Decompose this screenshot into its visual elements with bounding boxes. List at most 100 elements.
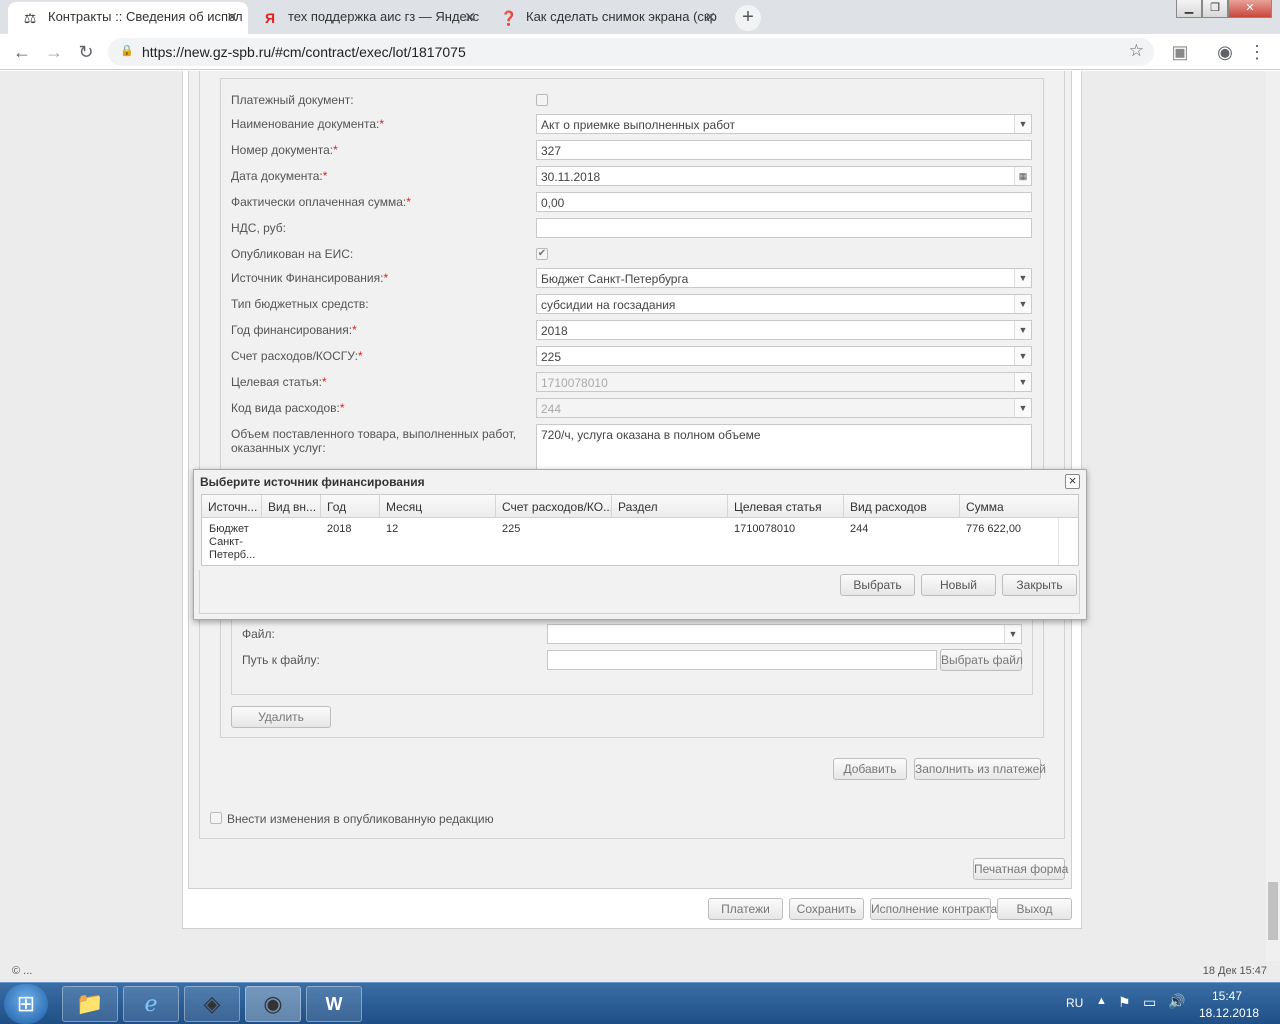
- column-header[interactable]: Вид расходов: [844, 495, 960, 518]
- volume-textarea[interactable]: 720/ч, услуга оказана в полном объеме: [536, 424, 1032, 470]
- contract-execution-button[interactable]: Исполнение контракта: [870, 898, 997, 920]
- address-bar: ← → ↻ 🔒 https://new.gz-spb.ru/#cm/contra…: [0, 34, 1280, 70]
- file-explorer-icon[interactable]: 📁: [62, 986, 118, 1022]
- save-button[interactable]: Сохранить: [789, 898, 864, 920]
- column-header[interactable]: Вид вн...: [262, 495, 321, 518]
- fin-year-select[interactable]: 2018 ▼: [536, 320, 1032, 340]
- file-fieldset: [231, 615, 1033, 695]
- doc-number-field[interactable]: 327: [536, 140, 1032, 160]
- dialog-title: Выберите источник финансирования: [200, 475, 425, 489]
- add-button[interactable]: Добавить: [833, 758, 907, 780]
- windows-start-icon[interactable]: ⊞: [4, 984, 48, 1024]
- grid-scrollbar[interactable]: [1058, 518, 1078, 565]
- payment-doc-label: Платежный документ:: [231, 93, 354, 107]
- column-header[interactable]: Год: [321, 495, 380, 518]
- forward-icon[interactable]: →: [42, 40, 66, 64]
- paid-sum-field[interactable]: 0,00: [536, 192, 1032, 212]
- doc-date-field[interactable]: 30.11.2018 ▦: [536, 166, 1032, 186]
- chevron-down-icon[interactable]: ▼: [1014, 347, 1031, 365]
- print-form-button[interactable]: Печатная форма: [973, 858, 1068, 880]
- target-label: Целевая статья:*: [231, 375, 327, 389]
- back-icon[interactable]: ←: [10, 40, 34, 64]
- minimize-button[interactable]: ▁: [1176, 0, 1202, 18]
- clock-time[interactable]: 15:47: [1212, 989, 1242, 1003]
- column-header[interactable]: Раздел: [612, 495, 728, 518]
- taskbar: ⊞ 📁 ℯ ◈ ◉ W RU ▲ ⚑ ▭ 🔊 15:47 18.12.2018: [0, 982, 1280, 1024]
- column-header[interactable]: Месяц: [380, 495, 496, 518]
- vat-field[interactable]: [536, 218, 1032, 238]
- fin-year-label: Год финансирования:*: [231, 323, 357, 337]
- grid-header: Источн... Вид вн... Год Месяц Счет расхо…: [202, 495, 1078, 518]
- expense-code-select: 244 ▼: [536, 398, 1032, 418]
- payment-doc-checkbox[interactable]: [536, 94, 548, 106]
- internet-explorer-icon[interactable]: ℯ: [123, 986, 179, 1022]
- yandex-icon: Я: [264, 10, 276, 26]
- flag-icon[interactable]: ⚑: [1118, 994, 1131, 1011]
- status-datetime: 18 Дек 15:47: [1202, 965, 1267, 977]
- amend-published-label: Внести изменения в опубликованную редакц…: [227, 812, 494, 826]
- gavel-icon: ⚖: [23, 10, 37, 26]
- chevron-down-icon: ▼: [1014, 399, 1031, 417]
- page-scrollbar[interactable]: [1266, 71, 1280, 961]
- url-field[interactable]: 🔒 https://new.gz-spb.ru/#cm/contract/exe…: [108, 38, 1154, 66]
- cell-year: 2018: [327, 523, 352, 535]
- browser-tab-bar: ⚖ Контракты :: Сведения об испол ✕ Я тех…: [0, 0, 1280, 34]
- calendar-icon[interactable]: ▦: [1014, 167, 1031, 185]
- chevron-down-icon[interactable]: ▼: [1014, 295, 1031, 313]
- column-header[interactable]: Счет расходов/КО...: [496, 495, 612, 518]
- doc-name-select[interactable]: Акт о приемке выполненных работ ▼: [536, 114, 1032, 134]
- budget-type-select[interactable]: субсидии на госзадания ▼: [536, 294, 1032, 314]
- chevron-down-icon[interactable]: ▼: [1014, 321, 1031, 339]
- clock-date[interactable]: 18.12.2018: [1199, 1006, 1259, 1020]
- chrome-icon[interactable]: ◉: [245, 986, 301, 1022]
- restore-button[interactable]: ❐: [1202, 0, 1228, 18]
- delete-button[interactable]: Удалить: [231, 706, 331, 728]
- tab-screenshot-help[interactable]: ❓ Как сделать снимок экрана (скр ✕: [486, 2, 726, 34]
- screenshot-app-icon[interactable]: ◈: [184, 986, 240, 1022]
- cell-sum: 776 622,00: [966, 523, 1022, 535]
- network-icon[interactable]: ▭: [1143, 994, 1156, 1011]
- payments-button[interactable]: Платежи: [708, 898, 783, 920]
- tab-yandex[interactable]: Я тех поддержка аис гз — Яндекс ✕: [248, 2, 486, 34]
- fin-source-dialog: Выберите источник финансирования × Источ…: [193, 469, 1087, 620]
- close-tab-icon[interactable]: ✕: [704, 2, 716, 32]
- volume-icon[interactable]: 🔊: [1168, 993, 1185, 1010]
- fill-from-payments-button[interactable]: Заполнить из платежей: [914, 758, 1046, 780]
- scrollbar-thumb[interactable]: [1268, 882, 1278, 940]
- tab-title: тех поддержка аис гз — Яндекс: [288, 9, 480, 24]
- status-left: © ...: [12, 965, 33, 977]
- word-icon[interactable]: W: [306, 986, 362, 1022]
- column-header[interactable]: Источн...: [202, 495, 262, 518]
- column-header[interactable]: Сумма: [960, 495, 1078, 518]
- language-indicator[interactable]: RU: [1066, 996, 1083, 1010]
- account-select[interactable]: 225 ▼: [536, 346, 1032, 366]
- close-tab-icon[interactable]: ✕: [226, 2, 238, 32]
- account-icon[interactable]: ◉: [1213, 40, 1237, 64]
- tray-expand-icon[interactable]: ▲: [1096, 995, 1107, 1007]
- menu-icon[interactable]: ⋮: [1245, 40, 1269, 64]
- close-icon[interactable]: ×: [1065, 474, 1080, 489]
- published-checkbox[interactable]: ✔: [536, 248, 548, 260]
- tab-contracts[interactable]: ⚖ Контракты :: Сведения об испол ✕: [8, 2, 248, 34]
- bookmark-star-icon[interactable]: ☆: [1129, 41, 1144, 61]
- close-tab-icon[interactable]: ✕: [464, 2, 476, 32]
- fin-source-grid: Источн... Вид вн... Год Месяц Счет расхо…: [201, 494, 1079, 566]
- chevron-down-icon: ▼: [1014, 373, 1031, 391]
- fin-source-select[interactable]: Бюджет Санкт-Петербурга ▼: [536, 268, 1032, 288]
- exit-button[interactable]: Выход: [997, 898, 1072, 920]
- column-header[interactable]: Целевая статья: [728, 495, 844, 518]
- close-window-button[interactable]: ✕: [1228, 0, 1272, 18]
- reload-icon[interactable]: ↻: [74, 40, 98, 64]
- tab-title: Контракты :: Сведения об испол: [48, 9, 243, 24]
- cell-target: 1710078010: [734, 523, 796, 535]
- amend-published-checkbox[interactable]: [210, 812, 222, 824]
- new-tab-button[interactable]: +: [735, 5, 761, 31]
- chevron-down-icon[interactable]: ▼: [1014, 269, 1031, 287]
- account-label: Счет расходов/КОСГУ:*: [231, 349, 363, 363]
- doc-number-label: Номер документа:*: [231, 143, 338, 157]
- extension-icon[interactable]: ▣: [1168, 40, 1192, 64]
- tab-title: Как сделать снимок экрана (скр: [526, 9, 717, 24]
- fin-source-label: Источник Финансирования:*: [231, 271, 389, 285]
- chevron-down-icon[interactable]: ▼: [1014, 115, 1031, 133]
- status-bar: © ... 18 Дек 15:47: [0, 961, 1280, 982]
